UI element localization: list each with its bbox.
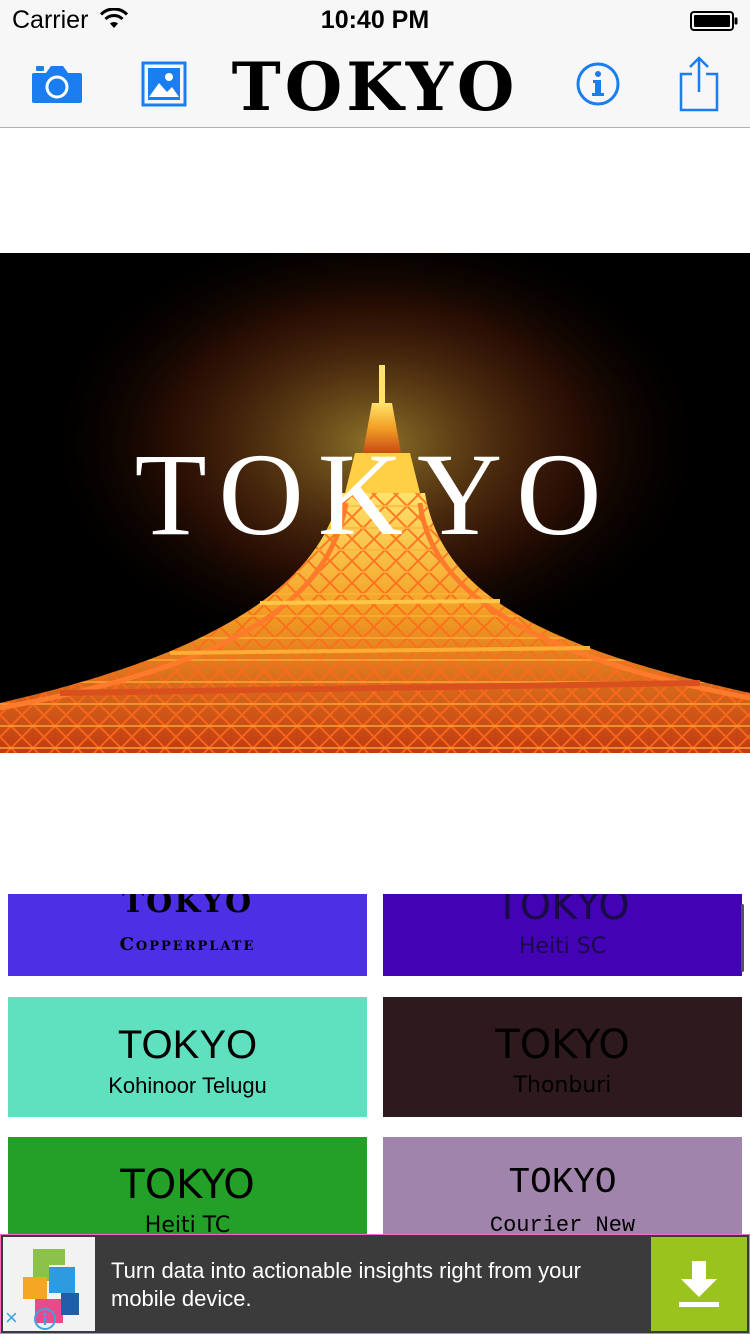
photo-canvas[interactable]: TOKYO <box>0 253 750 753</box>
font-tile-name: Copperplate <box>119 934 256 955</box>
font-tile-heiti-sc[interactable]: TOKYO Heiti SC <box>383 894 742 976</box>
share-icon <box>679 56 719 112</box>
ad-download-button[interactable] <box>651 1237 747 1331</box>
status-bar: Carrier 10:40 PM <box>0 0 750 40</box>
info-button[interactable] <box>566 40 630 128</box>
font-tile-thonburi[interactable]: TOKYO Thonburi <box>383 997 742 1117</box>
font-tile-preview: TOKYO <box>117 1023 258 1067</box>
font-tile-preview: TOKYO <box>508 1162 617 1203</box>
nav-title: TOKYO <box>231 48 519 126</box>
font-tile-name: Kohinoor Telugu <box>108 1073 267 1098</box>
ad-banner[interactable]: Turn data into actionable insights right… <box>0 1234 750 1334</box>
ad-close-button[interactable]: × <box>5 1307 18 1329</box>
battery-icon <box>690 11 738 31</box>
font-tile-preview: TOKYO <box>121 894 254 920</box>
font-tile-name: Heiti SC <box>518 934 607 959</box>
font-tile-heiti-tc[interactable]: TOKYO Heiti TC <box>8 1137 367 1234</box>
share-button[interactable] <box>670 40 728 128</box>
navigation-bar: TOKYO <box>0 40 750 128</box>
camera-icon <box>32 66 82 103</box>
font-tile-preview: TOKYO <box>120 1162 255 1208</box>
download-icon <box>679 1261 719 1307</box>
font-tile-preview: TOKYO <box>495 894 630 929</box>
camera-button[interactable] <box>22 40 92 128</box>
font-tile-courier-new[interactable]: TOKYO Courier New <box>383 1137 742 1234</box>
font-tile-name: Heiti TC <box>144 1213 231 1235</box>
photo-library-icon <box>141 61 187 107</box>
ad-text: Turn data into actionable insights right… <box>111 1258 581 1311</box>
info-icon <box>576 62 620 106</box>
clock: 10:40 PM <box>320 6 430 34</box>
photo-overlay-text[interactable]: TOKYO <box>0 436 750 554</box>
font-tile-copperplate[interactable]: TOKYO Copperplate <box>8 894 367 976</box>
font-tile-name: Courier New <box>489 1213 636 1235</box>
font-tile-kohinoor-telugu[interactable]: TOKYO Kohinoor Telugu <box>8 997 367 1117</box>
photo-library-button[interactable] <box>132 40 196 128</box>
grid-scroll-indicator[interactable] <box>741 904 744 972</box>
font-tile-name: Thonburi <box>513 1073 612 1098</box>
font-tile-preview: TOKYO <box>495 1022 630 1068</box>
ad-info-icon[interactable] <box>33 1307 57 1331</box>
font-grid: TOKYO Copperplate TOKYO Heiti SC TOKYO K… <box>0 894 750 1234</box>
